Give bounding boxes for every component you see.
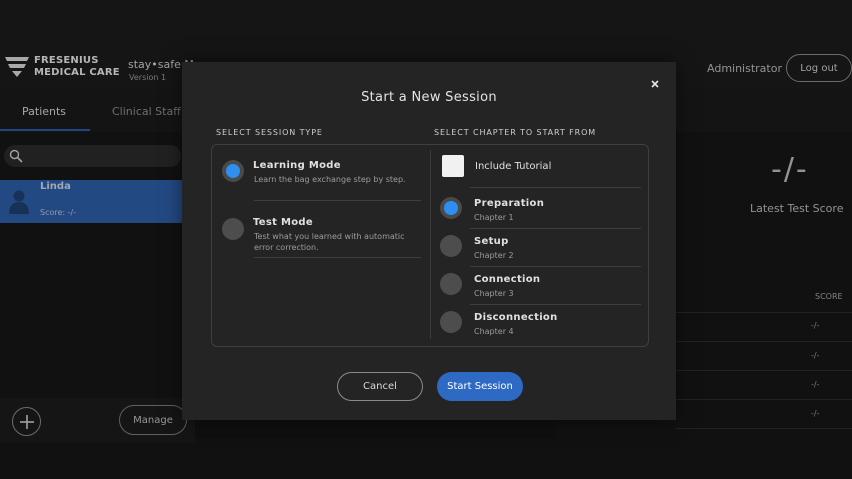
chapter-connection-subtitle: Chapter 3 — [474, 289, 514, 298]
chapter-setup-radio[interactable] — [440, 235, 462, 257]
new-session-dialog: Start a New Session SELECT SESSION TYPE … — [182, 62, 676, 420]
chapter-preparation-radio[interactable] — [440, 197, 462, 219]
option-separator — [470, 266, 641, 267]
chapter-connection-radio[interactable] — [440, 273, 462, 295]
chapter-disconnection-subtitle: Chapter 4 — [474, 327, 514, 336]
chapter-disconnection-radio[interactable] — [440, 311, 462, 333]
include-tutorial-label: Include Tutorial — [475, 161, 552, 172]
test-mode-radio[interactable] — [222, 218, 244, 240]
options-divider — [430, 150, 431, 339]
start-session-button[interactable]: Start Session — [437, 372, 523, 401]
chapter-preparation-title: Preparation — [474, 198, 545, 209]
option-separator — [470, 228, 641, 229]
session-type-label: SELECT SESSION TYPE — [216, 128, 323, 137]
cancel-button[interactable]: Cancel — [337, 372, 423, 401]
dialog-title: Start a New Session — [361, 90, 497, 105]
close-icon[interactable] — [648, 77, 662, 91]
test-mode-description: Test what you learned with automatic err… — [254, 232, 405, 252]
chapter-label: SELECT CHAPTER TO START FROM — [434, 128, 597, 137]
option-separator — [470, 304, 641, 305]
include-tutorial-checkbox[interactable] — [442, 155, 464, 177]
chapter-disconnection-title: Disconnection — [474, 312, 558, 323]
chapter-preparation-subtitle: Chapter 1 — [474, 213, 514, 222]
option-separator — [254, 200, 421, 201]
learning-mode-description: Learn the bag exchange step by step. — [254, 175, 406, 184]
learning-mode-title: Learning Mode — [253, 160, 341, 171]
chapter-connection-title: Connection — [474, 274, 541, 285]
option-separator — [470, 187, 641, 188]
chapter-setup-title: Setup — [474, 236, 509, 247]
chapter-setup-subtitle: Chapter 2 — [474, 251, 514, 260]
option-separator — [254, 257, 421, 258]
learning-mode-radio[interactable] — [222, 160, 244, 182]
test-mode-title: Test Mode — [253, 217, 313, 228]
